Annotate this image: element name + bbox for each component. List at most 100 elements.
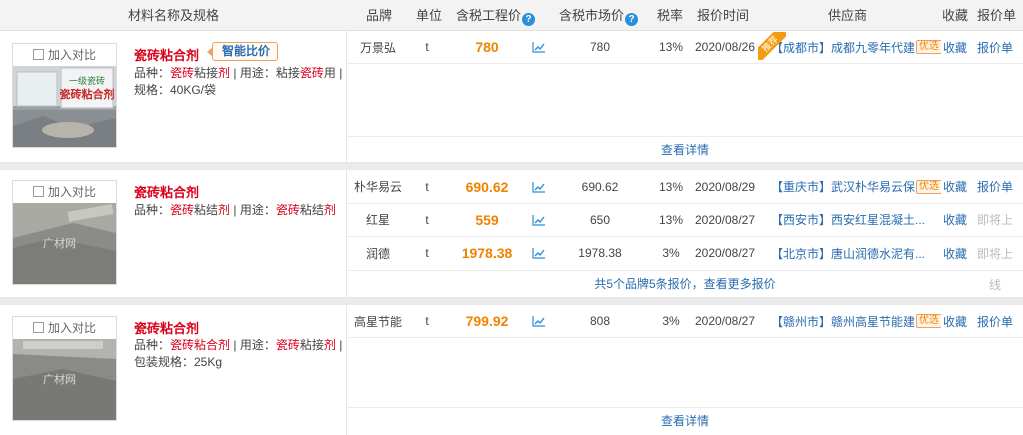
tax-cell: 13% bbox=[658, 40, 684, 54]
tax-cell: 3% bbox=[662, 314, 680, 328]
smart-compare-button[interactable]: 智能比价 bbox=[206, 42, 279, 61]
quote-coming-soon-tail: 线 bbox=[988, 278, 1001, 292]
checkbox-icon[interactable] bbox=[32, 49, 44, 60]
fav-button[interactable]: 收藏 bbox=[938, 236, 972, 270]
section-gap bbox=[0, 298, 1023, 305]
watermark-text: 广材网 bbox=[43, 238, 76, 250]
eng-price: 1978.38 bbox=[461, 245, 513, 261]
header-tax: 税率 bbox=[657, 8, 684, 23]
product-thumbnail[interactable]: 加入对比 一级瓷砖 瓷砖粘合剂 bbox=[12, 43, 117, 148]
mkt-price-cell: 1978.38 bbox=[578, 246, 622, 260]
fav-button[interactable]: 收藏 bbox=[938, 31, 972, 63]
unit-cell: t bbox=[425, 212, 429, 227]
table-row: 红星 t 559 650 13% 2020/08/27 【西安市】 西安红星混凝土… bbox=[347, 203, 1023, 236]
tax-cell: 13% bbox=[658, 179, 684, 194]
product-name-link[interactable]: 瓷砖粘合剂 bbox=[134, 182, 199, 201]
eng-price-cell: 1978.38 bbox=[445, 236, 529, 270]
view-details-link[interactable]: 查看详情 bbox=[347, 136, 1023, 163]
quote-button[interactable]: 报价单 bbox=[973, 305, 1017, 337]
eng-price: 780 bbox=[475, 39, 499, 55]
header-mkt-price: 含税市场价? bbox=[559, 0, 639, 31]
checkbox-icon[interactable] bbox=[32, 186, 44, 197]
fav-button[interactable]: 收藏 bbox=[938, 203, 972, 236]
brand-cell: 润德 bbox=[365, 246, 390, 261]
product-image[interactable]: 一级瓷砖 瓷砖粘合剂 bbox=[13, 66, 116, 147]
fav-button[interactable]: 收藏 bbox=[938, 305, 972, 337]
watermark-text: 广材网 bbox=[43, 374, 76, 386]
unit-cell: t bbox=[425, 179, 429, 194]
header-fav: 收藏 bbox=[942, 8, 969, 23]
trend-chart-icon[interactable] bbox=[529, 170, 549, 203]
eng-price: 559 bbox=[475, 211, 499, 228]
product-name-link[interactable]: 瓷砖粘合剂 bbox=[134, 45, 199, 64]
product-image[interactable]: 广材网 bbox=[13, 339, 116, 420]
trend-chart-icon[interactable] bbox=[529, 203, 549, 236]
trend-chart-icon[interactable] bbox=[529, 236, 549, 270]
checkbox-icon[interactable] bbox=[32, 322, 44, 333]
help-icon[interactable]: ? bbox=[522, 13, 536, 26]
tax-cell: 3% bbox=[662, 246, 680, 260]
svg-text:一级瓷砖: 一级瓷砖 bbox=[69, 75, 105, 87]
product-name-link[interactable]: 瓷砖粘合剂 bbox=[134, 318, 199, 337]
product-thumbnail[interactable]: 加入对比 广材网 bbox=[12, 180, 117, 285]
supplier-link[interactable]: 【北京市】 唐山润德水泥有... bbox=[771, 236, 941, 270]
supplier-link[interactable]: 【重庆市】 武汉朴华易云保 优选 bbox=[771, 170, 941, 203]
eng-price: 690.62 bbox=[465, 178, 509, 195]
unit-cell: t bbox=[425, 314, 429, 328]
mkt-price-cell: 690.62 bbox=[581, 179, 619, 194]
time-cell: 2020/08/29 bbox=[694, 179, 756, 194]
product-description: 品种：瓷砖粘合剂 | 用途：瓷砖粘接剂 | 包装规格：25Kg bbox=[134, 338, 343, 369]
brand-cell: 红星 bbox=[365, 213, 390, 227]
header-quote: 报价单 bbox=[977, 8, 1017, 23]
trend-chart-icon[interactable] bbox=[529, 31, 549, 63]
brand-cell: 朴华易云 bbox=[353, 180, 402, 194]
row-divider bbox=[347, 63, 1023, 64]
quote-button[interactable]: 报价单 bbox=[973, 170, 1017, 203]
product-thumbnail[interactable]: 加入对比 广材网 bbox=[12, 316, 117, 421]
help-icon[interactable]: ? bbox=[625, 13, 639, 26]
fav-button[interactable]: 收藏 bbox=[938, 170, 972, 203]
header-supplier: 供应商 bbox=[828, 8, 868, 23]
supplier-link[interactable]: 【西安市】 西安红星混凝土... bbox=[771, 203, 941, 236]
compare-checkbox[interactable]: 加入对比 bbox=[13, 181, 116, 203]
quote-button[interactable]: 报价单 bbox=[973, 31, 1017, 63]
table-row: 朴华易云 t 690.62 690.62 13% 2020/08/29 【重庆市… bbox=[347, 170, 1023, 203]
table-header: 材料名称及规格 品牌 单位 含税工程价? 含税市场价? 税率 报价时间 供应商 … bbox=[0, 0, 1023, 31]
time-cell: 2020/08/27 bbox=[694, 246, 756, 260]
trend-chart-icon[interactable] bbox=[529, 305, 549, 337]
eng-price-cell: 799.92 bbox=[445, 305, 529, 337]
header-time: 报价时间 bbox=[697, 8, 750, 23]
section-gap bbox=[0, 163, 1023, 170]
product-image[interactable]: 广材网 bbox=[13, 203, 116, 284]
header-brand: 品牌 bbox=[366, 8, 393, 23]
product-description: 品种：瓷砖粘结剂 | 用途：瓷砖粘结剂 bbox=[134, 203, 336, 217]
table-row: 润德 t 1978.38 1978.38 3% 2020/08/27 【北京市】… bbox=[347, 236, 1023, 270]
row-divider bbox=[347, 337, 1023, 338]
table-row: 万景弘 t 780 780 13% 2020/08/26 【成都市】 成都九零年代… bbox=[347, 31, 1023, 63]
eng-price: 799.92 bbox=[465, 313, 509, 329]
view-details-link[interactable]: 查看详情 bbox=[347, 407, 1023, 434]
recommend-ribbon: 推荐 bbox=[758, 32, 786, 60]
brand-cell: 高星节能 bbox=[353, 314, 402, 329]
quote-coming-soon: 即将上 bbox=[976, 213, 1013, 227]
supplier-link[interactable]: 【赣州市】 赣州高星节能建 优选 bbox=[771, 305, 941, 337]
view-more-quotes-link[interactable]: 共5个品牌5条报价，查看更多报价 bbox=[347, 270, 1023, 297]
header-unit: 单位 bbox=[416, 8, 443, 23]
time-cell: 2020/08/26 bbox=[694, 40, 756, 54]
brand-cell: 万景弘 bbox=[359, 40, 396, 55]
compare-checkbox[interactable]: 加入对比 bbox=[13, 317, 116, 339]
time-cell: 2020/08/27 bbox=[694, 314, 756, 328]
eng-price-cell: 690.62 bbox=[445, 170, 529, 203]
header-eng-price: 含税工程价? bbox=[456, 0, 536, 31]
quote-coming-soon: 即将上 bbox=[976, 246, 1013, 261]
eng-price-cell: 780 bbox=[445, 31, 529, 63]
compare-checkbox[interactable]: 加入对比 bbox=[13, 44, 116, 66]
mkt-price-cell: 780 bbox=[589, 40, 611, 54]
package-text: 瓷砖粘合剂 bbox=[60, 87, 115, 101]
mkt-price-cell: 808 bbox=[589, 314, 611, 328]
tax-cell: 13% bbox=[658, 212, 684, 227]
header-name: 材料名称及规格 bbox=[128, 8, 220, 23]
mkt-price-cell: 650 bbox=[589, 212, 611, 227]
supplier-link[interactable]: 【成都市】 成都九零年代建 优选 bbox=[771, 31, 941, 63]
unit-cell: t bbox=[425, 40, 429, 54]
